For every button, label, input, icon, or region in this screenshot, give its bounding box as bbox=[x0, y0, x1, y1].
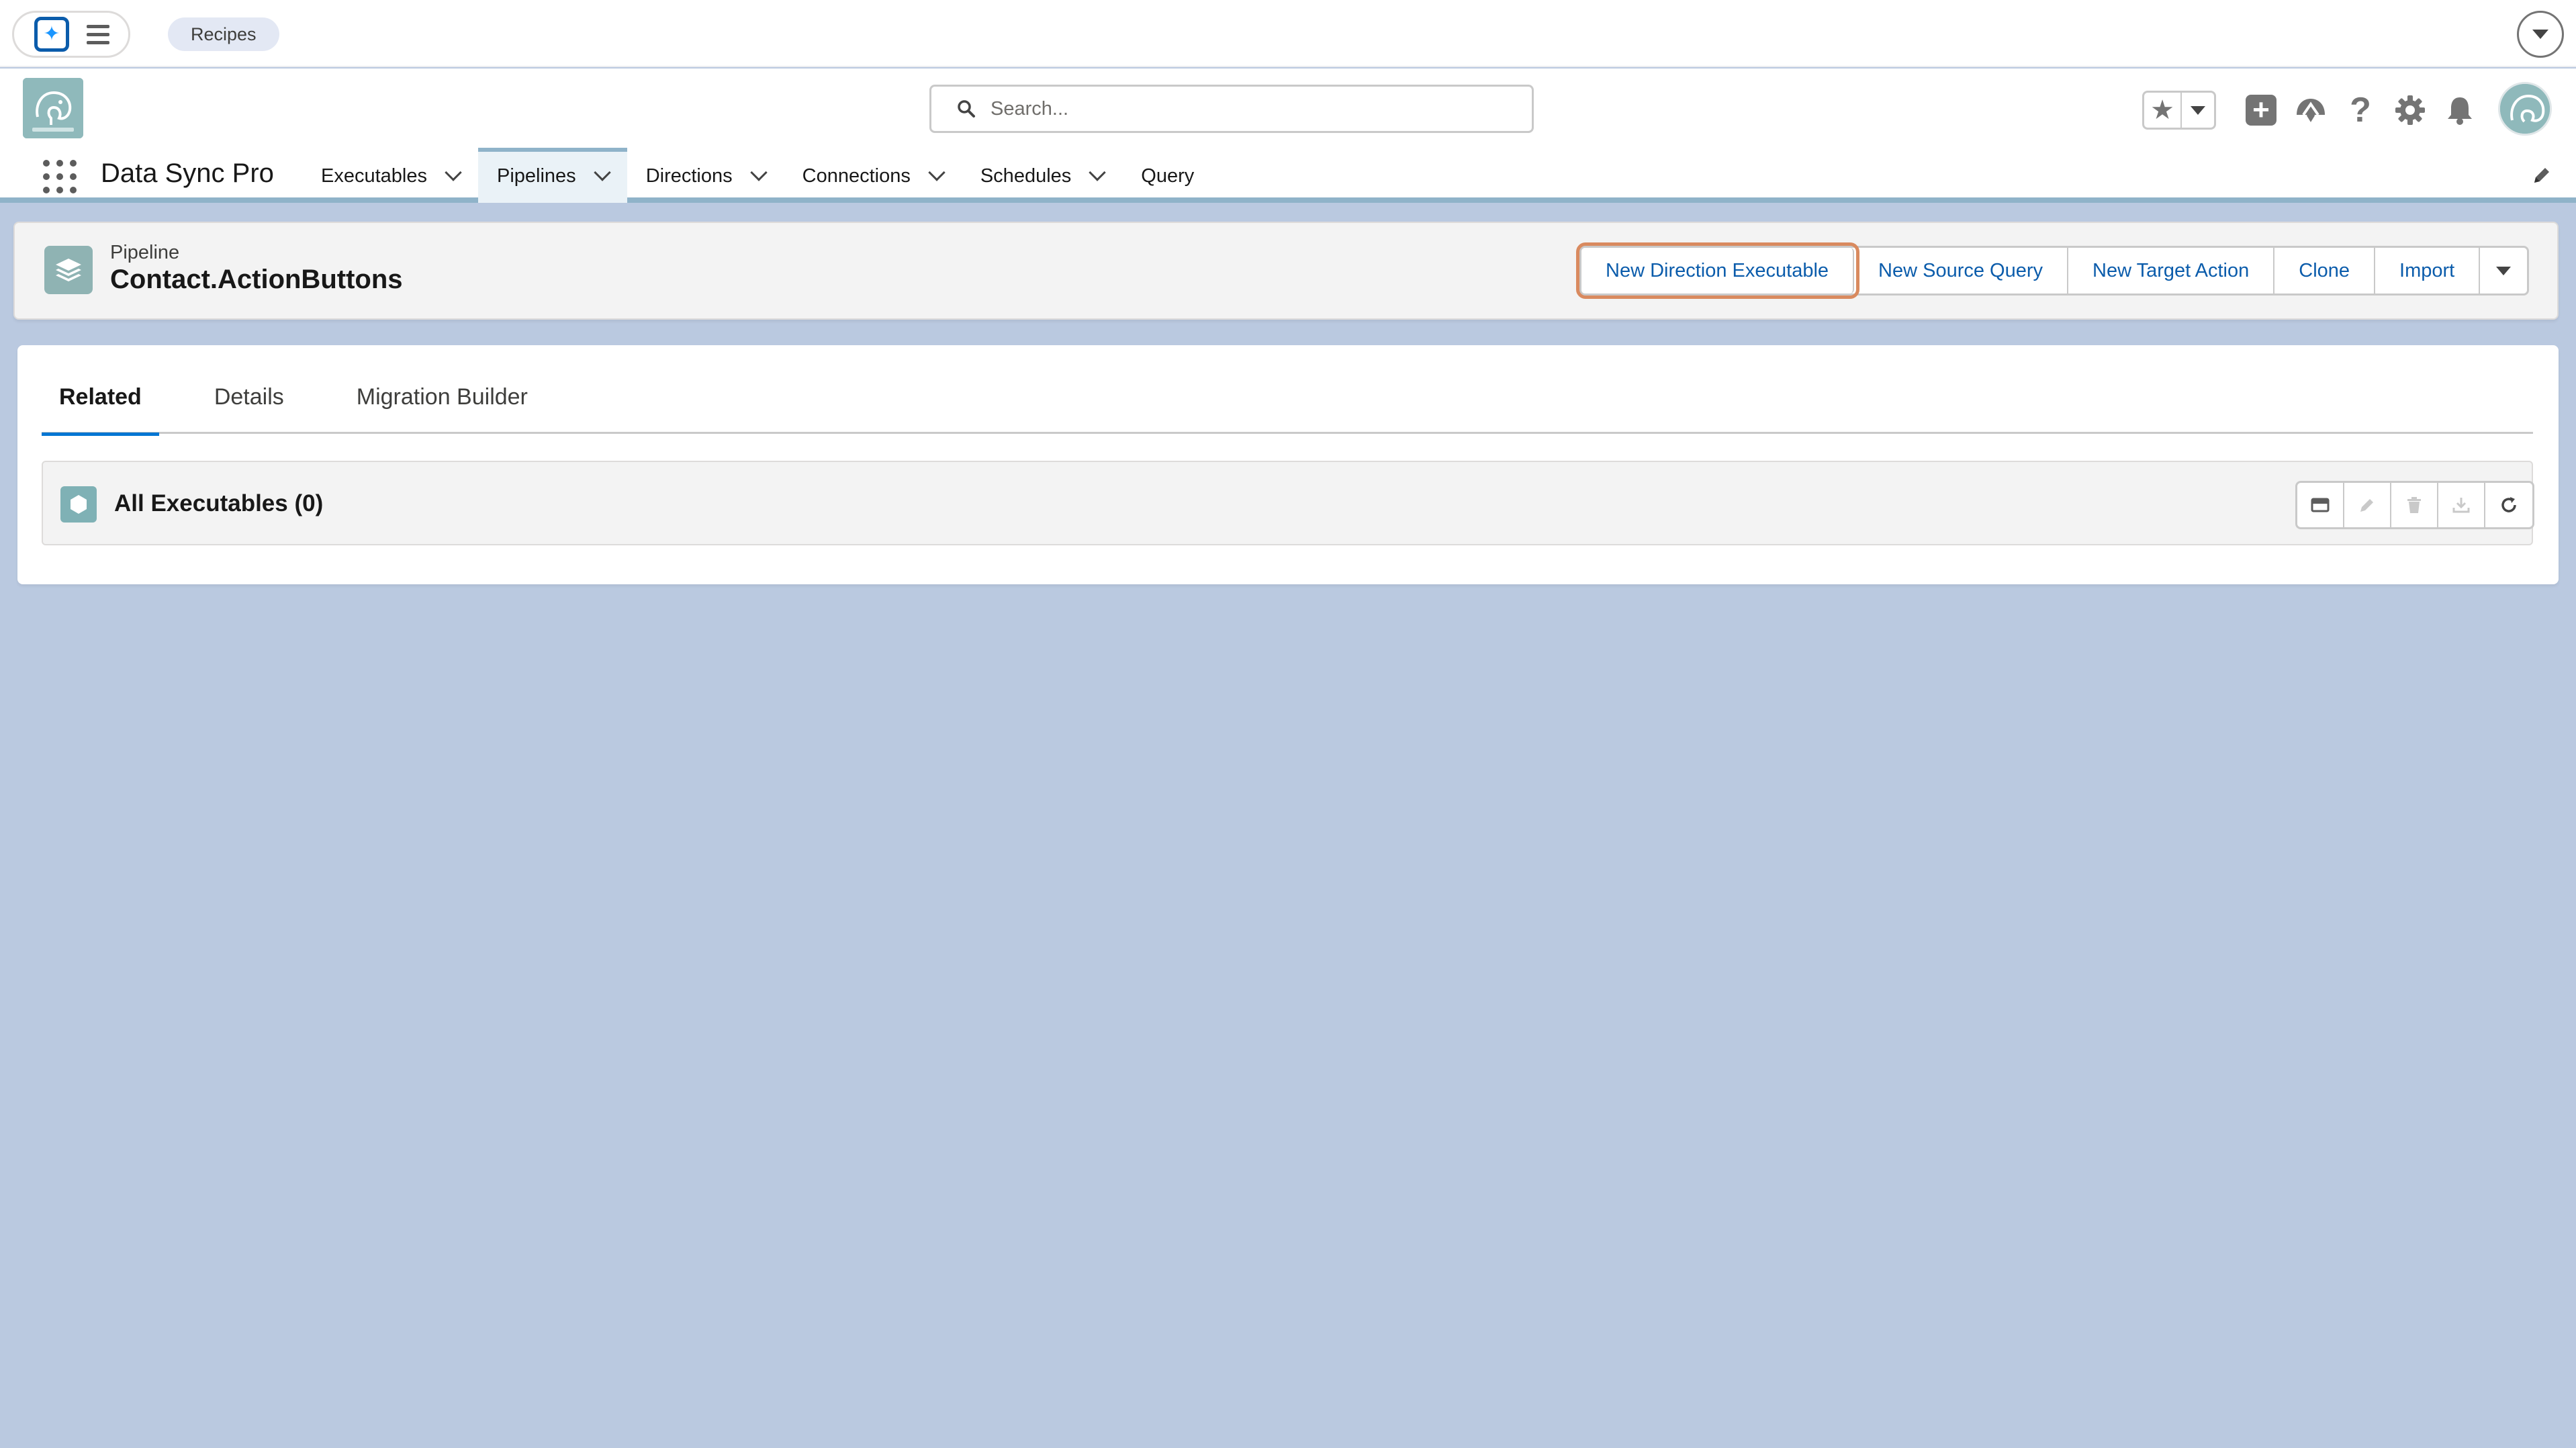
more-actions-button[interactable] bbox=[2480, 248, 2528, 293]
nav-item-label: Executables bbox=[321, 165, 427, 187]
chevron-down-icon[interactable] bbox=[1089, 164, 1107, 181]
record-body-card: Related Details Migration Builder All Ex… bbox=[17, 345, 2559, 584]
global-actions-button[interactable]: + bbox=[2236, 86, 2286, 134]
chevron-down-icon[interactable] bbox=[749, 164, 768, 181]
global-search[interactable] bbox=[929, 85, 1534, 133]
refresh-icon bbox=[2501, 497, 2516, 512]
pipeline-layers-icon bbox=[44, 246, 93, 294]
notifications-button[interactable] bbox=[2435, 86, 2485, 134]
recipes-chip[interactable]: Recipes bbox=[168, 17, 279, 51]
new-direction-executable-button[interactable]: New Direction Executable bbox=[1575, 242, 1860, 299]
trailhead-button[interactable] bbox=[2286, 86, 2336, 134]
header-actions: ★ + ? bbox=[2142, 86, 2485, 134]
related-list-all-executables: All Executables (0) bbox=[42, 461, 2534, 545]
chevron-down-icon[interactable] bbox=[593, 164, 611, 181]
pencil-icon bbox=[2534, 168, 2549, 183]
refresh-button[interactable] bbox=[2485, 483, 2532, 527]
add-icon: + bbox=[2246, 95, 2276, 126]
nav-item-executables[interactable]: Executables bbox=[302, 149, 478, 203]
trash-icon bbox=[2407, 497, 2421, 513]
table-view-icon bbox=[2311, 498, 2330, 512]
app-launcher-icon[interactable] bbox=[42, 159, 77, 193]
nav-item-label: Query bbox=[1141, 165, 1195, 187]
utility-dropdown-button[interactable] bbox=[2517, 11, 2564, 58]
chevron-down-icon bbox=[2532, 30, 2548, 39]
nav-item-directions[interactable]: Directions bbox=[627, 149, 784, 203]
favorites-button-group[interactable]: ★ bbox=[2142, 91, 2216, 130]
record-tabs: Related Details Migration Builder bbox=[42, 379, 2533, 436]
record-action-buttons: New Direction Executable New Source Quer… bbox=[1575, 242, 2530, 299]
clone-button[interactable]: Clone bbox=[2274, 248, 2376, 293]
agent-sparkle-icon[interactable]: ✦ bbox=[34, 17, 69, 52]
search-input[interactable] bbox=[991, 97, 1514, 120]
agent-launcher[interactable]: ✦ bbox=[12, 11, 130, 58]
edit-nav-button[interactable] bbox=[2530, 164, 2553, 187]
nav-item-label: Directions bbox=[645, 165, 733, 187]
help-button[interactable]: ? bbox=[2336, 86, 2385, 134]
download-icon bbox=[2452, 498, 2470, 513]
nav-item-label: Connections bbox=[802, 165, 911, 187]
app-name: Data Sync Pro bbox=[101, 159, 274, 188]
user-avatar[interactable] bbox=[2498, 82, 2552, 136]
chevron-down-icon[interactable] bbox=[445, 164, 462, 181]
new-target-action-button[interactable]: New Target Action bbox=[2068, 248, 2275, 293]
record-header: Pipeline Contact.ActionButtons New Direc… bbox=[13, 222, 2559, 320]
tab-migration-builder[interactable]: Migration Builder bbox=[339, 379, 545, 434]
notification-bell-icon bbox=[2448, 97, 2472, 125]
nav-item-schedules[interactable]: Schedules bbox=[962, 149, 1122, 203]
related-list-title[interactable]: All Executables (0) bbox=[114, 490, 323, 517]
delete-button[interactable] bbox=[2391, 483, 2438, 527]
app-logo[interactable] bbox=[23, 78, 83, 138]
record-object-type: Pipeline bbox=[110, 242, 180, 263]
elephant-logo-icon bbox=[23, 78, 83, 138]
user-avatar-icon bbox=[2500, 84, 2550, 134]
edit-button[interactable] bbox=[2344, 483, 2391, 527]
display-as-table-button[interactable] bbox=[2297, 483, 2344, 527]
setup-button[interactable] bbox=[2385, 86, 2435, 134]
favorites-star-icon[interactable]: ★ bbox=[2144, 93, 2182, 128]
app-nav-bar: Data Sync Pro Executables Pipelines Dire… bbox=[0, 148, 2576, 203]
menu-icon[interactable] bbox=[87, 24, 109, 44]
help-icon: ? bbox=[2350, 91, 2371, 130]
import-button[interactable]: Import bbox=[2375, 248, 2481, 293]
nav-items: Executables Pipelines Directions Connect… bbox=[302, 148, 1213, 203]
chevron-down-icon bbox=[2191, 105, 2205, 115]
chevron-down-icon bbox=[2496, 266, 2512, 275]
nav-item-query[interactable]: Query bbox=[1122, 149, 1213, 203]
nav-item-connections[interactable]: Connections bbox=[784, 149, 962, 203]
related-list-actions bbox=[2295, 481, 2534, 529]
nav-item-label: Schedules bbox=[980, 165, 1072, 187]
global-header: ★ + ? bbox=[0, 69, 2576, 149]
chevron-down-icon[interactable] bbox=[928, 164, 946, 181]
pencil-icon bbox=[2360, 499, 2373, 512]
tab-details[interactable]: Details bbox=[197, 379, 302, 434]
hexagon-icon bbox=[60, 486, 97, 523]
trailhead-icon bbox=[2297, 99, 2325, 122]
search-icon bbox=[958, 100, 975, 118]
favorites-menu-button[interactable] bbox=[2182, 105, 2214, 115]
nav-item-pipelines[interactable]: Pipelines bbox=[478, 148, 627, 203]
download-button[interactable] bbox=[2438, 483, 2485, 527]
utility-bar: ✦ Recipes bbox=[0, 0, 2576, 67]
new-source-query-button[interactable]: New Source Query bbox=[1854, 248, 2069, 293]
tab-related[interactable]: Related bbox=[42, 379, 159, 436]
setup-gear-icon bbox=[2395, 95, 2425, 125]
nav-item-label: Pipelines bbox=[497, 165, 576, 187]
record-title: Contact.ActionButtons bbox=[110, 265, 403, 294]
